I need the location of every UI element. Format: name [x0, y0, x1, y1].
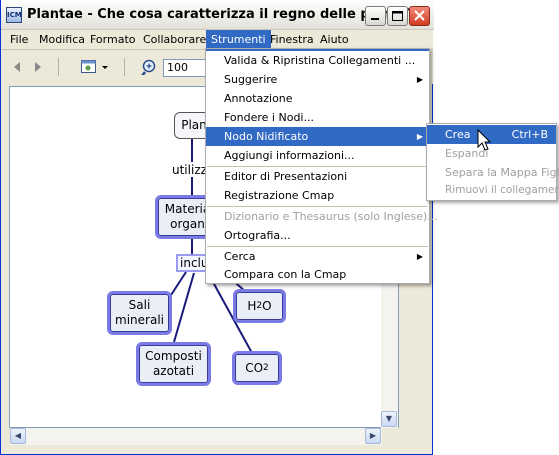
title-bar[interactable]: ICM Plantae - Che cosa caratterizza il r… [1, 0, 434, 30]
chevron-down-icon[interactable] [101, 59, 109, 75]
submenu-arrow-icon: ▶ [416, 252, 423, 261]
menu-item-fondere[interactable]: Fondere i Nodi... [206, 108, 429, 127]
mouse-cursor-icon [477, 129, 492, 151]
menu-item-annotazione[interactable]: Annotazione [206, 89, 429, 108]
scroll-corner [383, 429, 397, 443]
menu-item-valida[interactable]: Valida & Ripristina Collegamenti ... [206, 51, 429, 70]
window-title: Plantae - Che cosa caratterizza il regno… [27, 7, 415, 22]
strumenti-dropdown: Valida & Ripristina Collegamenti ... Sug… [205, 48, 438, 284]
menu-file[interactable]: File [5, 30, 33, 49]
view-window-icon[interactable] [80, 59, 100, 75]
link-line [173, 272, 195, 343]
concept-node-co2[interactable]: CO 2 [232, 351, 282, 385]
menu-aiuto[interactable]: Aiuto [315, 30, 354, 49]
h2o-h: H [247, 298, 257, 313]
concept-node-h2o[interactable]: H2O [233, 289, 286, 323]
forward-arrow-icon[interactable] [31, 59, 45, 75]
zoom-icon[interactable] [140, 59, 160, 75]
menu-item-cerca[interactable]: Cerca ▶ [206, 247, 429, 266]
submenu-item-rimuovi: Rimuovi il collegamento [445, 184, 559, 196]
menu-finestra[interactable]: Finestra [265, 30, 319, 49]
co2-subscript: 2 [263, 362, 269, 373]
menu-item-cerca-label: Cerca [224, 250, 256, 263]
link-label-utilizza[interactable]: utilizz [172, 163, 207, 177]
h2o-o: O [262, 298, 272, 313]
shortcut-text: Ctrl+B [511, 128, 548, 141]
menu-item-ortografia[interactable]: Ortografia... [206, 226, 429, 245]
menu-formato[interactable]: Formato [85, 30, 141, 49]
menu-item-editor[interactable]: Editor di Presentazioni [206, 167, 429, 186]
menu-item-nodo-nidificato[interactable]: Nodo Nidificato ▶ [206, 127, 429, 146]
close-icon [414, 10, 425, 21]
minimize-button[interactable] [365, 6, 386, 26]
menu-item-nodo-nidificato-label: Nodo Nidificato [224, 130, 309, 143]
menu-item-aggiungi[interactable]: Aggiungi informazioni... [206, 146, 429, 165]
submenu-item-crea-label: Crea [445, 128, 471, 141]
co2-co: CO [245, 360, 264, 375]
maximize-button[interactable] [387, 6, 408, 26]
menu-item-dizionario: Dizionario e Thesaurus (solo Inglese)... [224, 210, 438, 223]
menu-bar: File Modifica Formato Collaborare Strume… [2, 30, 433, 50]
toolbar-separator [58, 58, 59, 76]
menu-item-suggerire[interactable]: Suggerire ▶ [206, 70, 429, 89]
menu-item-registrazione[interactable]: Registrazione Cmap [206, 186, 429, 205]
zoom-input[interactable]: 100 [163, 59, 207, 77]
close-button[interactable] [409, 6, 430, 26]
concept-node-composti-azotati[interactable]: Composti azotati [136, 342, 211, 386]
menu-modifica[interactable]: Modifica [34, 30, 90, 49]
menu-strumenti[interactable]: Strumenti [206, 30, 271, 49]
scroll-right-button[interactable]: ▶ [365, 428, 381, 444]
submenu-item-separa: Separa la Mappa Figlia [445, 166, 559, 179]
menu-collaborare[interactable]: Collaborare [138, 30, 211, 49]
toolbar-separator [124, 58, 125, 76]
submenu-arrow-icon: ▶ [416, 132, 423, 141]
minimize-icon [371, 18, 379, 20]
app-icon: ICM [6, 7, 22, 23]
menu-item-compara[interactable]: Compara con la Cmap [206, 265, 429, 284]
concept-node-sali-minerali[interactable]: Sali minerali [107, 291, 172, 335]
scroll-down-button[interactable]: ▼ [381, 411, 397, 427]
back-arrow-icon[interactable] [10, 59, 24, 75]
submenu-arrow-icon: ▶ [416, 75, 423, 84]
menu-item-suggerire-label: Suggerire [224, 73, 278, 86]
scroll-left-button[interactable]: ◀ [10, 428, 26, 444]
maximize-icon [392, 11, 403, 21]
horizontal-scrollbar[interactable]: ◀ ▶ [10, 428, 382, 445]
